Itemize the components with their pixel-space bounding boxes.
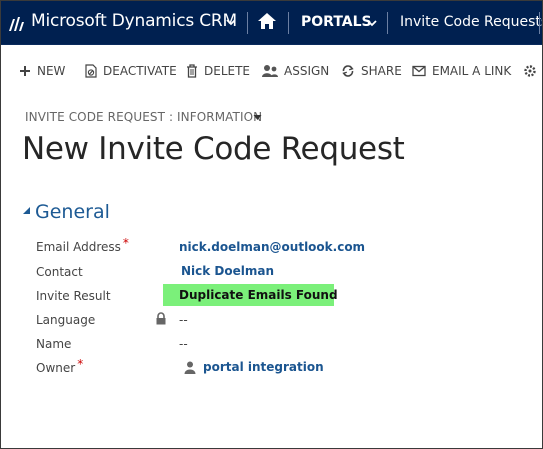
user-icon [184,361,196,374]
deactivate-button-label: DEACTIVATE [103,64,177,78]
caret-down-icon[interactable] [253,113,262,122]
envelope-icon [412,65,426,77]
crm-window: Microsoft Dynamics CRM PORTALS Invite Co… [0,0,543,449]
contact-label-text: Contact [36,265,83,279]
language-label: Language [36,313,95,327]
assign-button-label: ASSIGN [284,64,330,78]
email-address-label-text: Email Address [36,240,121,254]
deactivate-icon [85,64,97,78]
top-navigation-bar: Microsoft Dynamics CRM PORTALS Invite Co… [1,1,542,45]
nav-divider [539,12,540,34]
assign-icon [262,65,278,77]
gear-icon [524,65,536,77]
chevron-down-icon[interactable] [226,17,236,27]
dynamics-logo-icon [9,17,24,31]
delete-button[interactable]: DELETE [186,62,250,80]
invite-result-label-text: Invite Result [36,289,111,303]
invite-result-label: Invite Result [36,289,111,303]
email-address-field[interactable]: nick.doelman@outlook.com [179,240,365,254]
name-label-text: Name [36,337,72,351]
share-button[interactable]: SHARE [341,62,402,80]
required-indicator: * [77,357,84,371]
trash-icon [187,64,197,78]
collapse-triangle-icon[interactable] [22,206,31,215]
command-bar: NEW DEACTIVATE DELETE ASSIGN SHARE EMAIL… [1,45,542,95]
email-address-label: Email Address * [36,236,129,254]
name-field[interactable]: -- [179,337,188,351]
email-a-link-button[interactable]: EMAIL A LINK [412,62,511,80]
nav-divider [247,12,248,34]
lock-icon [156,312,166,325]
owner-label: Owner * [36,357,83,375]
language-field: -- [179,313,188,327]
share-button-label: SHARE [361,64,402,78]
delete-button-label: DELETE [204,64,251,78]
form-selector[interactable]: INVITE CODE REQUEST : INFORMATION [25,110,262,124]
language-label-text: Language [36,313,96,327]
invite-result-value: Duplicate Emails Found [179,288,338,302]
nav-area-portals[interactable]: PORTALS [301,14,372,30]
name-label: Name [36,337,71,351]
page-title: New Invite Code Request [22,131,405,167]
required-indicator: * [122,236,129,250]
new-button[interactable]: NEW [19,62,65,80]
deactivate-button[interactable]: DEACTIVATE [85,62,177,80]
app-brand[interactable]: Microsoft Dynamics CRM [31,11,237,31]
nav-divider [288,12,289,34]
nav-entity-invite-code-requests[interactable]: Invite Code Requests [400,14,542,30]
plus-icon [20,66,30,76]
assign-button[interactable]: ASSIGN [262,62,329,80]
home-icon[interactable] [257,11,277,31]
share-icon [342,65,354,77]
owner-label-text: Owner [36,361,76,375]
chevron-down-icon[interactable] [367,18,377,28]
contact-label: Contact [36,265,83,279]
email-a-link-button-label: EMAIL A LINK [432,64,512,78]
section-title-general[interactable]: General [35,201,110,223]
contact-lookup-link[interactable]: Nick Doelman [181,264,274,278]
nav-divider [387,12,388,34]
more-commands-button[interactable] [523,62,542,80]
owner-lookup-link[interactable]: portal integration [203,360,324,374]
new-button-label: NEW [37,64,66,78]
